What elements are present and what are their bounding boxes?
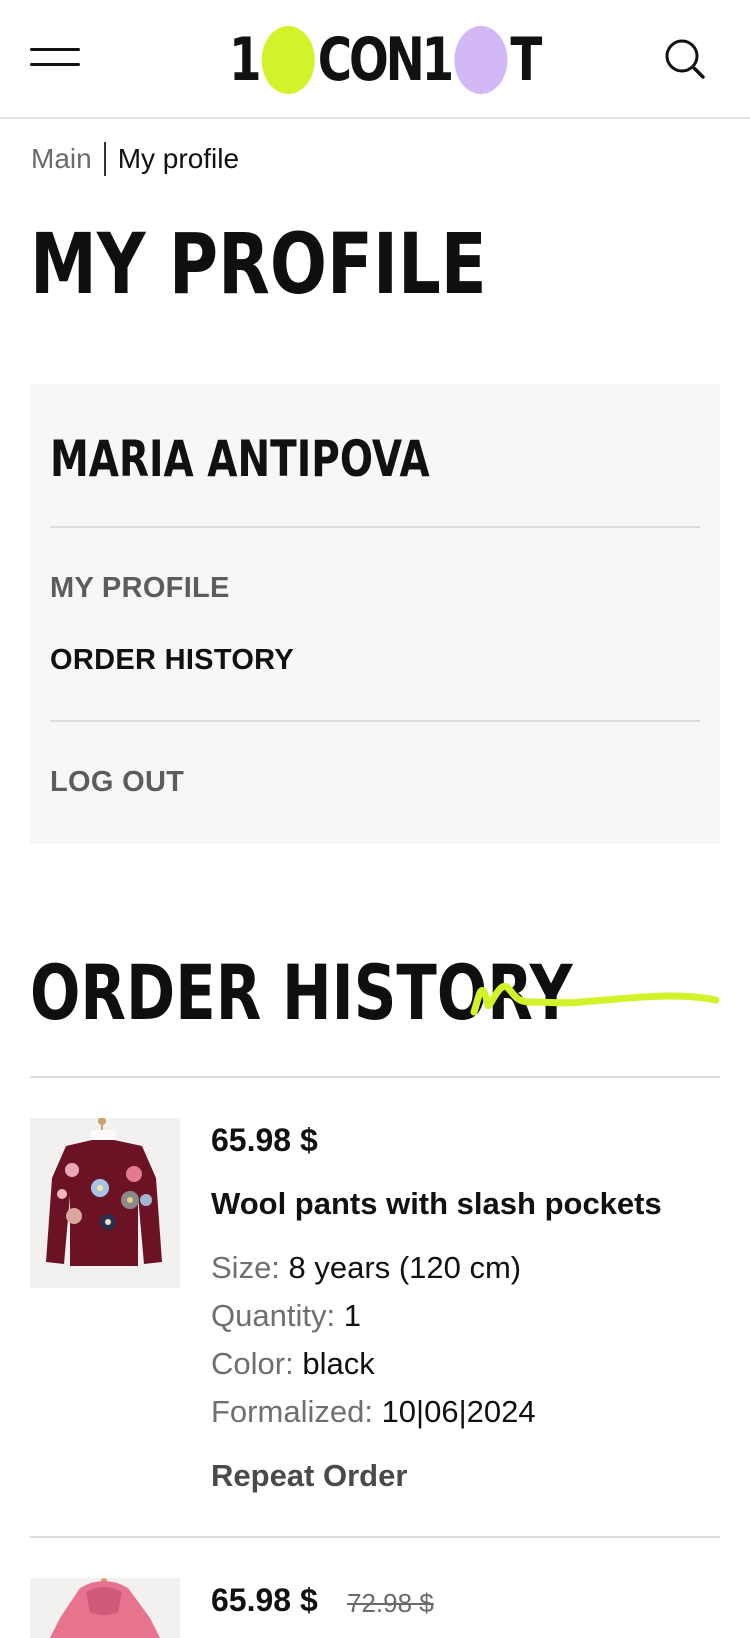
logo-text-part3: T bbox=[510, 25, 542, 95]
attribute-label: Formalized: bbox=[211, 1394, 373, 1429]
order-attribute-date: Formalized: 10|06|2024 bbox=[211, 1394, 536, 1430]
order-attribute-color: Color: black bbox=[211, 1346, 375, 1382]
attribute-label: Quantity: bbox=[211, 1298, 336, 1333]
product-name[interactable]: Wool pants with slash pockets bbox=[211, 1186, 662, 1222]
user-name: MARIA ANTIPOVA bbox=[50, 430, 430, 488]
order-list-divider bbox=[30, 1076, 720, 1078]
breadcrumb-separator bbox=[103, 142, 106, 176]
product-image-jacket[interactable] bbox=[30, 1578, 180, 1638]
breadcrumb-main-link[interactable]: Main bbox=[31, 143, 92, 175]
search-icon[interactable] bbox=[664, 38, 706, 80]
breadcrumb: Main My profile bbox=[31, 142, 239, 176]
logout-link[interactable]: LOG OUT bbox=[50, 766, 184, 799]
breadcrumb-current: My profile bbox=[117, 143, 240, 174]
order-old-price: 72.98 $ bbox=[347, 1588, 434, 1618]
attribute-value: 8 years (120 cm) bbox=[288, 1250, 522, 1285]
page-title: MY PROFILE bbox=[30, 215, 487, 313]
decorative-scribble bbox=[470, 983, 720, 1016]
logo-text-part2: CON1 bbox=[317, 25, 455, 95]
site-header: 1 CON1 T bbox=[0, 0, 750, 119]
card-divider bbox=[50, 526, 700, 528]
attribute-label: Size: bbox=[211, 1250, 280, 1285]
logo-text-part1: 1 bbox=[229, 25, 262, 95]
order-list-divider bbox=[30, 1536, 720, 1538]
order-attribute-size: Size: 8 years (120 cm) bbox=[211, 1250, 521, 1286]
menu-link-order-history[interactable]: ORDER HISTORY bbox=[50, 644, 294, 677]
product-image-sweater[interactable] bbox=[30, 1118, 180, 1288]
repeat-order-button[interactable]: Repeat Order bbox=[211, 1458, 407, 1494]
logo-green-dot bbox=[261, 26, 315, 94]
order-price: 65.98 $ bbox=[211, 1582, 318, 1618]
attribute-label: Color: bbox=[211, 1346, 294, 1381]
hamburger-menu-icon[interactable] bbox=[30, 46, 80, 68]
logo-violet-dot bbox=[454, 26, 508, 94]
site-logo[interactable]: 1 CON1 T bbox=[229, 25, 542, 95]
attribute-value: 1 bbox=[343, 1298, 361, 1333]
profile-menu-card: MARIA ANTIPOVA MY PROFILE ORDER HISTORY … bbox=[30, 384, 720, 844]
attribute-value: black bbox=[302, 1346, 375, 1381]
attribute-value: 10|06|2024 bbox=[381, 1394, 536, 1429]
menu-link-my-profile[interactable]: MY PROFILE bbox=[50, 572, 230, 605]
card-divider bbox=[50, 720, 700, 722]
order-price: 65.98 $ bbox=[211, 1122, 318, 1158]
order-attribute-quantity: Quantity: 1 bbox=[211, 1298, 361, 1334]
